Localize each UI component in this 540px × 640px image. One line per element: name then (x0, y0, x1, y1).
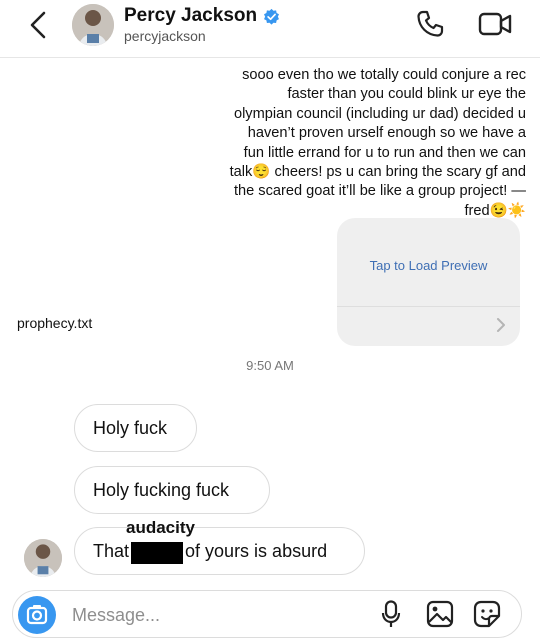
preview-divider (337, 306, 520, 307)
contact-name-text: Percy Jackson (124, 5, 258, 26)
camera-button[interactable] (18, 596, 56, 634)
attachment-preview-card[interactable]: Tap to Load Preview (337, 218, 520, 346)
message-input-placeholder[interactable]: Message... (72, 605, 160, 626)
contact-name[interactable]: Percy Jackson (124, 5, 280, 27)
message-text-before: That (93, 540, 130, 561)
overlay-caption: audacity (126, 518, 195, 537)
message-timestamp: 9:50 AM (246, 358, 294, 373)
chevron-right-icon[interactable] (496, 318, 506, 332)
message-text: Holy fuck (93, 417, 168, 438)
camera-icon (26, 605, 48, 625)
avatar[interactable] (72, 4, 114, 46)
microphone-icon[interactable] (381, 600, 401, 628)
message-text: Holy fucking fuck (93, 479, 230, 500)
incoming-message-bubble[interactable]: Holy fucking fuck (74, 466, 270, 514)
gallery-icon[interactable] (426, 600, 454, 628)
video-camera-icon[interactable] (478, 10, 512, 38)
avatar-photo-icon (24, 539, 62, 577)
incoming-message-bubble[interactable]: Holy fuck (74, 404, 197, 452)
chat-header: Percy Jackson percyjackson (0, 0, 540, 58)
incoming-message-bubble[interactable]: That of yours is absurd (74, 527, 365, 575)
attachment-file-name: prophecy.txt (13, 312, 97, 334)
contact-handle: percyjackson (124, 28, 206, 44)
message-text-after: of yours is absurd (185, 540, 328, 561)
outgoing-message: sooo even tho we totally could conjure a… (229, 67, 526, 219)
sender-avatar[interactable] (24, 539, 62, 577)
redaction-box (131, 542, 184, 564)
verified-badge-icon (264, 8, 280, 25)
load-preview-link[interactable]: Tap to Load Preview (370, 258, 488, 273)
avatar-photo-icon (72, 4, 114, 46)
sticker-icon[interactable] (473, 600, 501, 628)
back-chevron-icon[interactable] (26, 10, 52, 40)
phone-icon[interactable] (415, 9, 445, 39)
preview-area[interactable]: Tap to Load Preview (337, 218, 520, 306)
